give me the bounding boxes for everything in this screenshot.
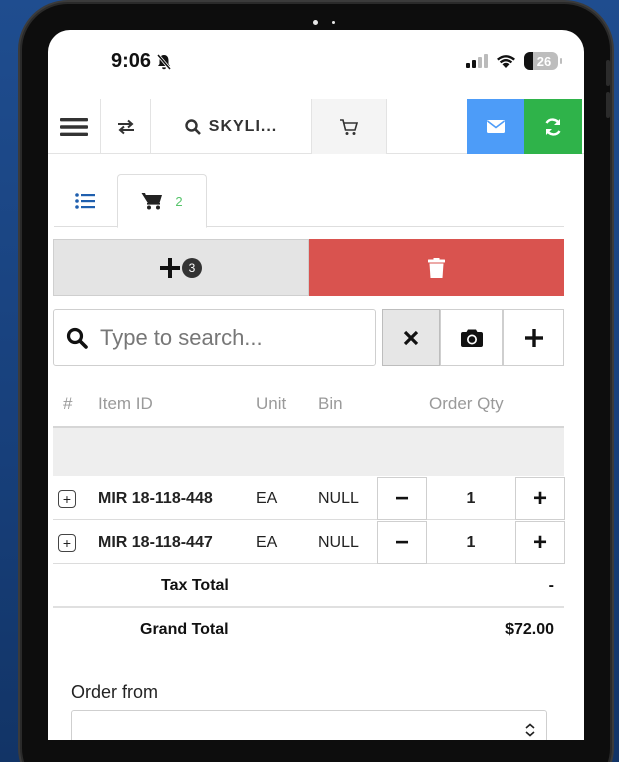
cart-icon: [340, 118, 359, 135]
table-header: # Item ID Unit Bin Order Qty: [53, 390, 564, 420]
search-box: [53, 309, 376, 366]
plus-icon: +: [532, 484, 547, 512]
trash-icon: [428, 257, 445, 278]
increase-qty-button[interactable]: +: [515, 521, 565, 564]
customer-search-label: SKYLI...: [208, 117, 278, 135]
expand-plus-icon: +: [58, 489, 76, 508]
tab-list[interactable]: [54, 174, 116, 227]
cart-actions: 3: [53, 239, 564, 296]
add-item-button[interactable]: [503, 309, 564, 366]
cart-button[interactable]: [311, 99, 387, 154]
plus-icon: +: [532, 528, 547, 556]
header-bin: Bin: [318, 394, 343, 413]
battery-level: 26: [536, 53, 552, 69]
qty-value[interactable]: 1: [427, 477, 515, 520]
top-toolbar: SKYLI...: [48, 99, 584, 154]
volume-down-button: [606, 92, 610, 118]
header-number: #: [63, 394, 73, 413]
sensor-dot: [332, 21, 335, 24]
swap-icon: [117, 119, 134, 134]
item-unit: EA: [256, 533, 278, 551]
hamburger-icon: [60, 117, 88, 136]
time-text: 9:06: [111, 50, 152, 72]
menu-button[interactable]: [48, 99, 101, 154]
volume-up-button: [606, 60, 610, 86]
delete-cart-button[interactable]: [309, 239, 564, 296]
sync-button[interactable]: [524, 99, 582, 154]
table-row: + MIR 18-118-447 EA NULL − 1 +: [53, 521, 565, 564]
camera-dot: [313, 20, 318, 25]
decrease-qty-button[interactable]: −: [377, 521, 427, 564]
search-input[interactable]: [100, 324, 350, 351]
item-id: MIR 18-118-448: [98, 489, 213, 507]
item-bin: NULL: [318, 533, 359, 551]
qty-value[interactable]: 1: [427, 521, 515, 564]
switch-button[interactable]: [101, 99, 151, 154]
order-from-label: Order from: [71, 682, 159, 702]
camera-scan-button[interactable]: [440, 309, 503, 366]
minus-icon: −: [394, 528, 409, 556]
header-item-id: Item ID: [98, 394, 153, 413]
sync-icon: [545, 117, 561, 136]
plus-icon: [524, 328, 543, 347]
decrease-qty-button[interactable]: −: [377, 477, 427, 520]
battery-icon: 26: [524, 52, 562, 70]
tab-cart[interactable]: 2: [117, 174, 207, 228]
mail-button[interactable]: [467, 99, 524, 154]
tab-bar: 2: [54, 174, 564, 228]
grand-total-label: Grand Total: [140, 621, 229, 638]
add-count-badge: 3: [182, 257, 202, 278]
item-id: MIR 18-118-447: [98, 533, 213, 551]
close-icon: [403, 330, 419, 345]
cart-icon: [141, 193, 163, 210]
add-items-button[interactable]: 3: [53, 239, 309, 296]
tax-total-row: Tax Total -: [53, 565, 564, 608]
minus-icon: −: [394, 484, 409, 512]
cart-count: 2: [175, 193, 183, 209]
order-from-select[interactable]: [71, 710, 547, 740]
search-icon: [66, 327, 88, 349]
mail-icon: [486, 120, 505, 133]
customer-search-button[interactable]: SKYLI...: [151, 99, 311, 154]
grand-total-value: $72.00: [505, 621, 554, 638]
item-unit: EA: [256, 489, 278, 507]
status-indicators: 26: [466, 52, 562, 70]
table-filter-band: [53, 426, 564, 476]
camera-icon: [460, 329, 483, 347]
clear-search-button[interactable]: [382, 309, 440, 366]
item-search-row: [53, 309, 564, 366]
expand-button[interactable]: +: [58, 477, 76, 520]
mute-bell-icon: [156, 53, 172, 70]
tax-total-value: -: [548, 577, 554, 594]
expand-button[interactable]: +: [58, 521, 76, 564]
status-time: 9:06: [111, 50, 173, 73]
grand-total-row: Grand Total $72.00: [53, 609, 564, 652]
increase-qty-button[interactable]: +: [515, 477, 565, 520]
item-bin: NULL: [318, 489, 359, 507]
header-order-qty: Order Qty: [429, 394, 504, 413]
header-unit: Unit: [256, 394, 287, 413]
table-row: + MIR 18-118-448 EA NULL − 1 +: [53, 477, 565, 520]
search-icon: [185, 118, 201, 135]
chevron-updown-icon: [525, 723, 535, 737]
app-screen: 9:06 26 SKYLI... 2 3 Type to search... #…: [48, 30, 584, 740]
tax-total-label: Tax Total: [161, 577, 229, 594]
list-icon: [75, 192, 95, 209]
plus-icon: [160, 257, 180, 278]
status-bar: 9:06 26: [48, 30, 584, 90]
signal-icon: [466, 54, 488, 68]
expand-plus-icon: +: [58, 533, 76, 552]
wifi-icon: [497, 54, 515, 68]
